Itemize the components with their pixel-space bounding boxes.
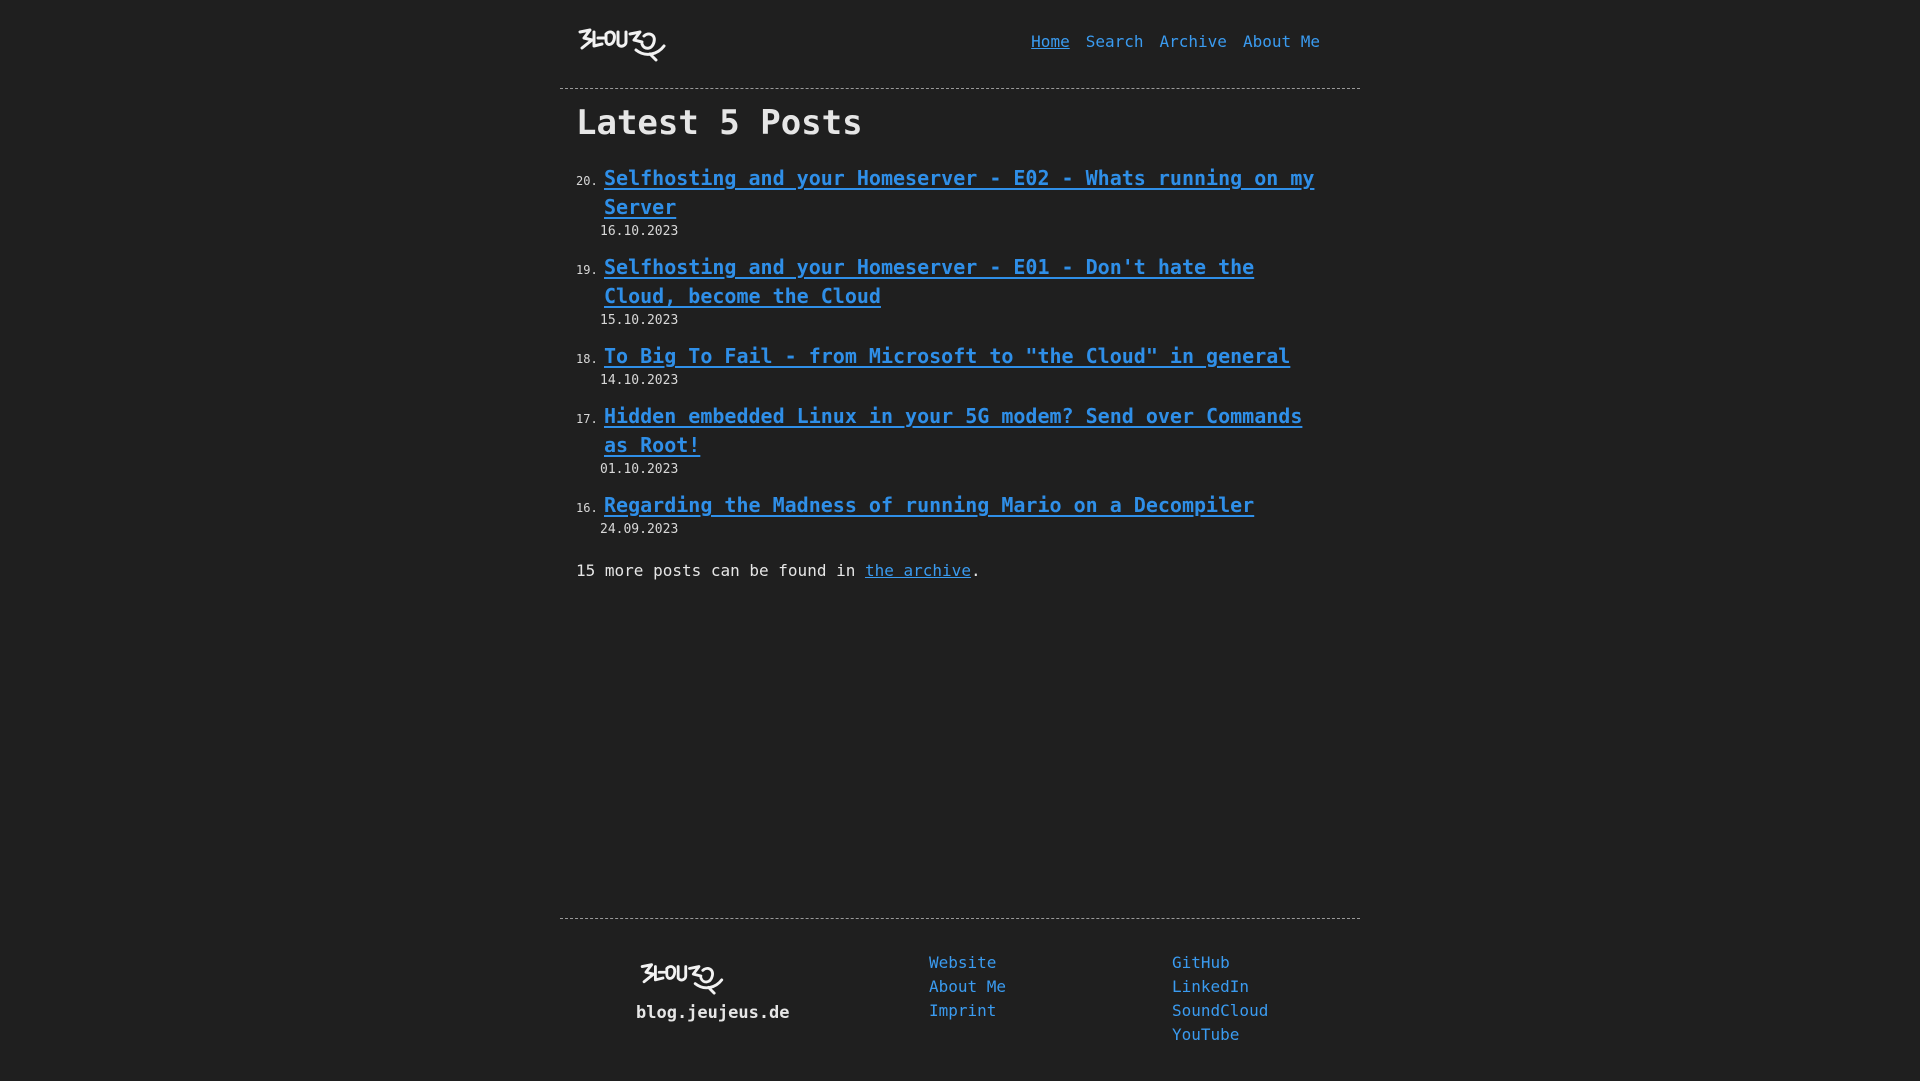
post-title-link[interactable]: Selfhosting and your Homeserver - E02 - …	[604, 164, 1324, 222]
footer-links-site: Website About Me Imprint	[929, 953, 1006, 1021]
post-date: 14.10.2023	[600, 373, 679, 388]
footer-link-youtube[interactable]: YouTube	[1172, 1025, 1268, 1045]
post-number: 18.	[576, 352, 598, 366]
nav-search[interactable]: Search	[1086, 32, 1144, 51]
post-number: 20.	[576, 174, 598, 188]
nav-archive[interactable]: Archive	[1160, 32, 1227, 51]
post-date: 15.10.2023	[600, 313, 679, 328]
site-logo[interactable]	[576, 24, 666, 62]
post-title-link[interactable]: Hidden embedded Linux in your 5G modem? …	[604, 402, 1324, 460]
site-header: Home Search Archive About Me	[560, 0, 1360, 89]
page-title: Latest 5 Posts	[576, 103, 863, 143]
footer-link-soundcloud[interactable]: SoundCloud	[1172, 1001, 1268, 1021]
nav-about-me[interactable]: About Me	[1243, 32, 1320, 51]
post-item: 20. Selfhosting and your Homeserver - E0…	[576, 164, 1360, 239]
footer-link-imprint[interactable]: Imprint	[929, 1001, 1006, 1021]
post-number: 16.	[576, 501, 598, 515]
footer-links-social: GitHub LinkedIn SoundCloud YouTube	[1172, 953, 1268, 1045]
footer-link-website[interactable]: Website	[929, 953, 1006, 973]
post-date: 16.10.2023	[600, 224, 679, 239]
post-date: 24.09.2023	[600, 522, 679, 537]
main-nav: Home Search Archive About Me	[1031, 32, 1320, 51]
footer-link-linkedin[interactable]: LinkedIn	[1172, 977, 1268, 997]
more-posts-suffix: .	[970, 561, 981, 580]
page-container: Home Search Archive About Me Latest 5 Po…	[560, 0, 1360, 1080]
logo-graffiti-icon	[578, 28, 666, 62]
footer-site-name: blog.jeujeus.de	[636, 1003, 790, 1023]
more-posts-note: 15 more posts can be found in the archiv…	[576, 561, 1360, 580]
site-footer: blog.jeujeus.de Website About Me Imprint…	[560, 918, 1360, 1081]
footer-logo-icon[interactable]	[636, 959, 726, 995]
archive-link[interactable]: the archive	[865, 561, 971, 580]
more-posts-prefix: 15 more posts can be found in	[576, 561, 865, 580]
post-item: 19. Selfhosting and your Homeserver - E0…	[576, 253, 1360, 328]
main-content: Latest 5 Posts 20. Selfhosting and your …	[576, 100, 1360, 596]
post-number: 19.	[576, 263, 598, 277]
post-title-link[interactable]: Selfhosting and your Homeserver - E01 - …	[604, 253, 1324, 311]
post-title-link[interactable]: To Big To Fail - from Microsoft to "the …	[604, 342, 1324, 371]
nav-home[interactable]: Home	[1031, 32, 1070, 51]
post-title-link[interactable]: Regarding the Madness of running Mario o…	[604, 491, 1324, 520]
post-item: 16. Regarding the Madness of running Mar…	[576, 491, 1360, 537]
footer-link-github[interactable]: GitHub	[1172, 953, 1268, 973]
footer-link-about-me[interactable]: About Me	[929, 977, 1006, 997]
post-date: 01.10.2023	[600, 462, 679, 477]
post-item: 17. Hidden embedded Linux in your 5G mod…	[576, 402, 1360, 477]
post-number: 17.	[576, 412, 598, 426]
footer-brand: blog.jeujeus.de	[636, 959, 790, 1023]
post-list: 20. Selfhosting and your Homeserver - E0…	[576, 164, 1360, 537]
post-item: 18. To Big To Fail - from Microsoft to "…	[576, 342, 1360, 388]
